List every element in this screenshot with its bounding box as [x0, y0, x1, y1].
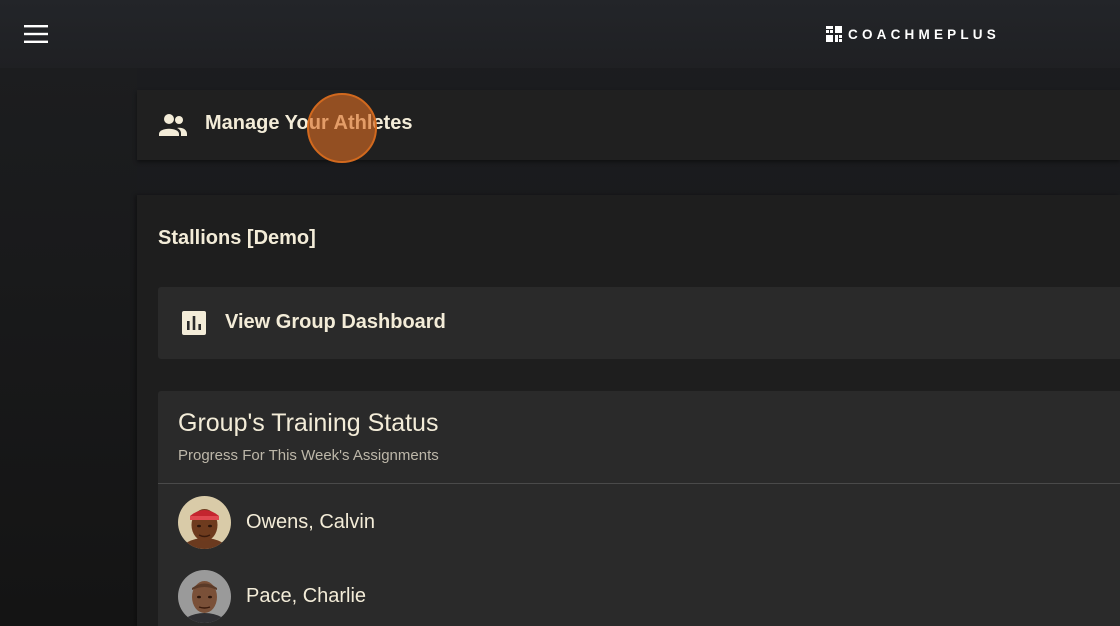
- hamburger-menu-icon: [24, 25, 48, 43]
- manage-athletes-button[interactable]: Manage Your Athletes: [137, 90, 1120, 160]
- brand-name: COACHMEPLUS: [848, 26, 1000, 42]
- manage-athletes-label: Manage Your Athletes: [205, 112, 413, 134]
- view-group-dashboard-label: View Group Dashboard: [225, 311, 446, 333]
- avatar: [178, 570, 231, 623]
- training-status-subtitle: Progress For This Week's Assignments: [178, 447, 439, 464]
- training-status-title: Group's Training Status: [178, 409, 439, 437]
- app-root: COACHMEPLUS Manage Your Athletes Stallio…: [0, 0, 1120, 626]
- training-status-card: Group's Training Status Progress For Thi…: [158, 391, 1120, 626]
- avatar: [178, 496, 231, 549]
- athlete-name: Pace, Charlie: [246, 585, 367, 607]
- sidebar: [0, 68, 137, 626]
- brand-logo[interactable]: COACHMEPLUS: [826, 26, 1000, 42]
- athlete-row[interactable]: Owens, Calvin: [158, 487, 1120, 557]
- menu-button[interactable]: [20, 20, 52, 48]
- athlete-row[interactable]: Pace, Charlie: [158, 561, 1120, 626]
- athlete-name: Owens, Calvin: [246, 511, 375, 533]
- divider: [158, 483, 1120, 484]
- view-group-dashboard-button[interactable]: View Group Dashboard: [158, 287, 1120, 359]
- grid-logo-icon: [826, 26, 842, 42]
- avatar-photo: [178, 570, 231, 623]
- bar-chart-icon: [182, 311, 206, 335]
- top-bar: COACHMEPLUS: [0, 0, 1120, 68]
- group-title: Stallions [Demo]: [158, 227, 316, 249]
- avatar-photo: [178, 496, 231, 549]
- people-icon: [159, 114, 187, 136]
